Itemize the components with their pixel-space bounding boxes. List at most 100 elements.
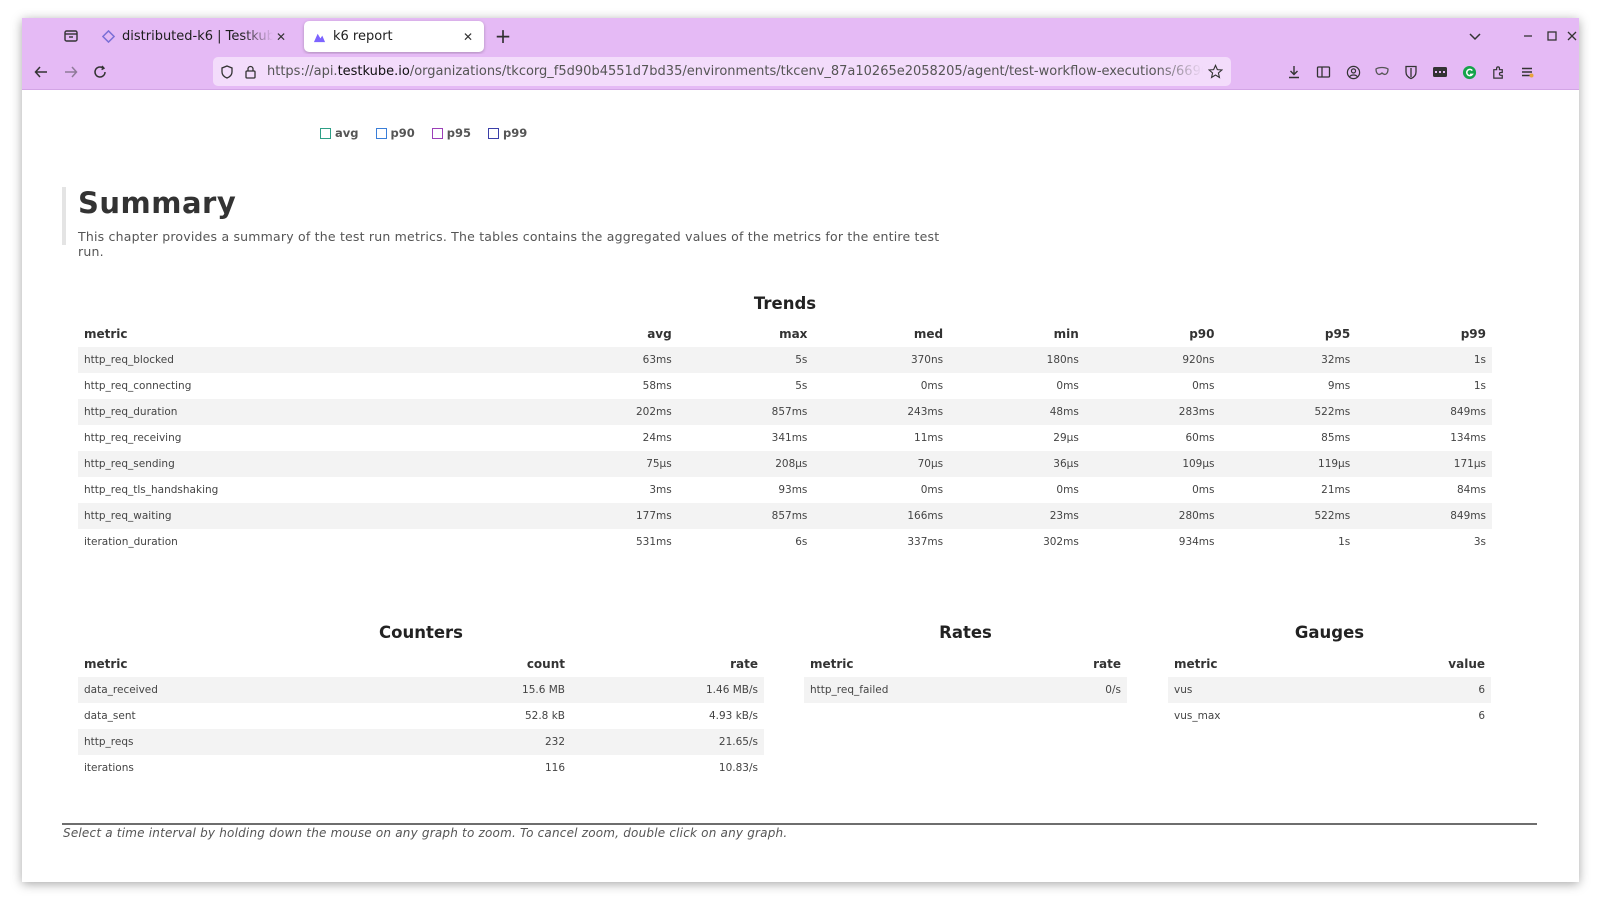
forward-button[interactable] — [59, 60, 83, 84]
k6-favicon-icon — [312, 30, 326, 44]
report-page: avg p90 p95 p99 Summary This chapter pro… — [22, 91, 1579, 882]
tracking-protection-shield-icon[interactable] — [218, 64, 236, 79]
url-text[interactable]: https://api.testkube.io/organizations/tk… — [267, 64, 1203, 79]
legend-item-p95[interactable]: p95 — [431, 126, 471, 140]
table-row: iteration_duration 531ms 6s 337ms 302ms 934ms… — [78, 529, 1492, 555]
account-button[interactable] — [1341, 60, 1365, 84]
metric-value-cell: 302ms — [1043, 536, 1079, 548]
metric-value-cell: 70µs — [813, 451, 950, 477]
new-tab-button[interactable]: + — [490, 24, 516, 48]
tab-title: k6 report — [333, 29, 393, 44]
downloads-button[interactable] — [1282, 60, 1306, 84]
bookmark-star-icon[interactable] — [1203, 64, 1227, 79]
legend-item-avg[interactable]: avg — [320, 126, 359, 140]
column-header-count: count — [526, 657, 565, 671]
metric-value-cell: 166ms — [813, 503, 950, 529]
metric-value-cell: 58ms — [642, 380, 672, 392]
metric-value-cell: 232 — [378, 729, 571, 755]
close-window-button[interactable] — [1565, 25, 1579, 47]
puzzle-icon — [1492, 65, 1503, 79]
metric-name-cell: http_req_sending — [78, 451, 542, 477]
gauges-title: Gauges — [1294, 623, 1365, 642]
metric-value-cell: 208µs — [677, 451, 814, 477]
keyboard-icon — [1433, 67, 1447, 77]
legend-item-p99[interactable]: p99 — [488, 126, 527, 140]
metric-value-cell: 341ms — [771, 432, 808, 444]
tab-list-icon — [64, 30, 78, 42]
account-icon — [1346, 65, 1360, 79]
gauges-table: metric value vus 6 vus_max 6 — [1168, 651, 1491, 729]
plus-icon: + — [494, 24, 512, 48]
extension-bitwarden-button[interactable] — [1399, 60, 1423, 84]
reload-button[interactable] — [88, 60, 112, 84]
legend-item-p90[interactable]: p90 — [375, 126, 415, 140]
column-header-med: med — [913, 327, 944, 341]
reader-view-button[interactable] — [1311, 60, 1335, 84]
metric-value-cell: 177ms — [542, 503, 678, 529]
table-header-row: metric avg max med min p90 p95 p99 — [78, 321, 1492, 347]
legend-label: p99 — [503, 126, 528, 140]
metric-value-cell: 4.93 kB/s — [708, 710, 758, 722]
url-path: /organizations/tkcorg_f5d90b4551d7bd35/e… — [409, 64, 1203, 79]
metric-name-cell: data_sent — [84, 710, 136, 722]
summary-header: Summary This chapter provides a summary … — [62, 187, 962, 259]
minimize-button[interactable] — [1517, 25, 1539, 47]
metric-value-cell: 29µs — [1053, 432, 1079, 444]
metric-value-cell: 23ms — [949, 503, 1085, 529]
metric-value-cell: 0ms — [1056, 380, 1079, 392]
metric-name-cell: vus — [1168, 677, 1368, 703]
metric-value-cell: 21ms — [1321, 484, 1351, 496]
table-row: iterations 116 10.83/s — [78, 755, 764, 781]
metric-value-cell: 119µs — [1220, 451, 1357, 477]
tabs-dropdown-button[interactable] — [1464, 25, 1486, 47]
metric-value-cell: 171µs — [1356, 451, 1492, 477]
column-header-metric: metric — [84, 327, 128, 341]
metric-value-cell: 0/s — [1004, 677, 1127, 703]
metric-value-cell: 84ms — [1456, 484, 1486, 496]
close-tab-icon[interactable]: ✕ — [460, 29, 476, 45]
chart-legend: avg p90 p95 p99 — [320, 126, 527, 140]
metric-value-cell: 531ms — [635, 536, 672, 548]
metric-value-cell: 63ms — [542, 347, 678, 373]
metric-name-cell: http_req_waiting — [78, 503, 542, 529]
metric-name-cell: http_req_receiving — [84, 432, 182, 444]
metric-value-cell: 0ms — [1192, 484, 1215, 496]
close-tab-icon[interactable]: ✕ — [273, 29, 289, 45]
extension-mask-button[interactable] — [1370, 60, 1394, 84]
metric-value-cell: 849ms — [1356, 399, 1492, 425]
address-bar[interactable]: https://api.testkube.io/organizations/tk… — [213, 57, 1231, 86]
app-menu-button[interactable] — [1515, 60, 1539, 84]
metric-value-cell: 36µs — [949, 451, 1085, 477]
extensions-button[interactable] — [1486, 60, 1510, 84]
tab-distributed-k6[interactable]: distributed-k6 | Testkube ✕ — [93, 21, 297, 52]
list-all-tabs-button[interactable] — [58, 24, 84, 48]
tab-k6-report[interactable]: k6 report ✕ — [304, 21, 484, 52]
metric-name-cell: vus_max — [1174, 710, 1221, 722]
extension-dark-button[interactable] — [1428, 60, 1452, 84]
maximize-button[interactable] — [1541, 25, 1563, 47]
metric-value-cell: 21.65/s — [571, 729, 764, 755]
metric-name-cell: iterations — [84, 762, 134, 774]
metric-value-cell: 116 — [544, 762, 565, 774]
close-icon — [1567, 31, 1577, 41]
arrow-right-icon — [65, 66, 78, 78]
metric-value-cell: 93ms — [778, 484, 808, 496]
table-header-row: metric count rate — [78, 651, 764, 677]
back-button[interactable] — [29, 60, 53, 84]
table-row: http_req_receiving 24ms 341ms 11ms 29µs 60ms 8… — [78, 425, 1492, 451]
legend-label: p95 — [446, 126, 471, 140]
column-header-value: value — [1448, 657, 1485, 671]
extension-grammarly-button[interactable] — [1457, 60, 1481, 84]
metric-value-cell: 1s — [1473, 380, 1486, 392]
tab-title: distributed-k6 | Testkube — [122, 29, 273, 44]
metric-value-cell: 109µs — [1084, 451, 1221, 477]
column-header-metric: metric — [810, 657, 854, 671]
metric-value-cell: 934ms — [1178, 536, 1215, 548]
metric-value-cell: 48ms — [949, 399, 1085, 425]
metric-value-cell: 849ms — [1356, 503, 1492, 529]
summary-description: This chapter provides a summary of the t… — [78, 229, 940, 259]
counters-table: metric count rate data_received 15.6 MB 1.46… — [78, 651, 764, 781]
rates-table: metric rate http_req_failed 0/s — [804, 651, 1127, 703]
metric-value-cell: 60ms — [1185, 432, 1215, 444]
lock-icon[interactable] — [241, 65, 259, 79]
